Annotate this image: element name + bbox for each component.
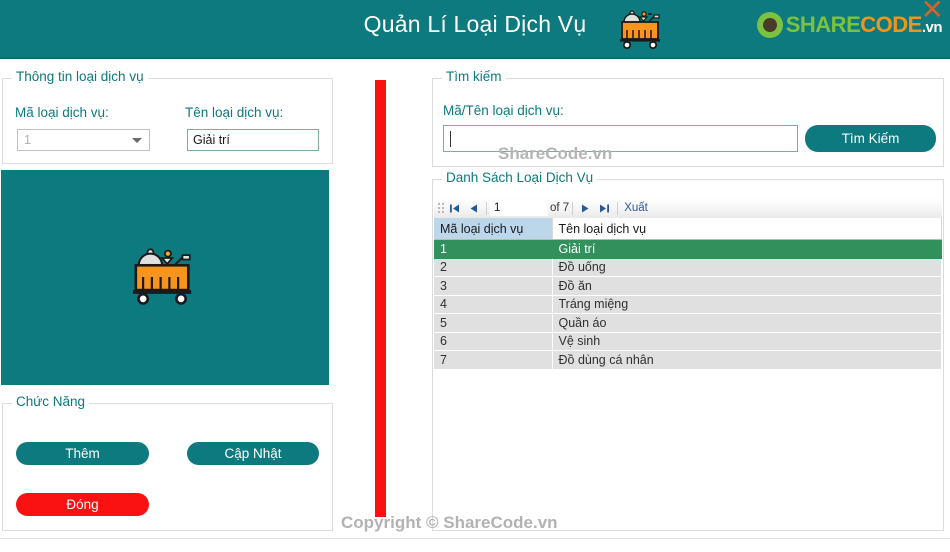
cell-code: 4 bbox=[434, 295, 553, 314]
app-header: Quản Lí Loại Dịch Vụ SHARECODE.vn ✕ bbox=[0, 0, 950, 59]
service-code-value: 1 bbox=[24, 133, 31, 147]
cell-code: 2 bbox=[434, 258, 553, 277]
service-info-legend: Thông tin loại dịch vụ bbox=[12, 69, 148, 84]
cell-name: Đồ ăn bbox=[552, 276, 942, 296]
service-list-groupbox: Danh Sách Loại Dịch Vụ 1 of 7 Xuất Mã lo… bbox=[432, 170, 944, 531]
search-groupbox: Tìm kiếm Mã/Tên loại dịch vụ: Tìm Kiếm bbox=[432, 69, 944, 167]
cell-code: 1 bbox=[434, 239, 553, 259]
room-service-cart-icon bbox=[124, 240, 206, 315]
service-name-label: Tên loại dịch vụ: bbox=[185, 105, 284, 120]
service-name-input[interactable]: Giải trí bbox=[187, 129, 319, 151]
grid-navigation-toolbar: 1 of 7 Xuất bbox=[434, 198, 942, 219]
last-page-icon[interactable] bbox=[595, 200, 614, 217]
add-button[interactable]: Thêm bbox=[16, 442, 149, 465]
service-code-label: Mã loại dịch vụ: bbox=[15, 105, 109, 120]
toolbar-grip-icon[interactable] bbox=[436, 201, 445, 215]
cell-name: Vệ sinh bbox=[552, 332, 942, 351]
next-page-icon[interactable] bbox=[576, 200, 595, 217]
update-button[interactable]: Cập Nhật bbox=[187, 442, 319, 465]
column-header-code[interactable]: Mã loại dịch vụ bbox=[434, 218, 553, 240]
export-button[interactable]: Xuất bbox=[621, 202, 651, 214]
sharecode-logo[interactable]: SHARECODE.vn bbox=[756, 8, 943, 42]
service-info-groupbox: Thông tin loại dịch vụ Mã loại dịch vụ: … bbox=[2, 69, 333, 164]
cell-code: 7 bbox=[434, 350, 553, 370]
recycle-logo-icon bbox=[756, 12, 783, 38]
table-row[interactable]: 3 Đồ ăn bbox=[434, 276, 942, 296]
search-input[interactable] bbox=[443, 125, 798, 152]
previous-page-icon[interactable] bbox=[464, 200, 483, 217]
close-icon[interactable]: ✕ bbox=[921, 0, 944, 24]
page-number-input[interactable]: 1 bbox=[490, 200, 548, 216]
toolbar-separator bbox=[572, 201, 574, 215]
search-legend: Tìm kiếm bbox=[442, 69, 506, 84]
table-row[interactable]: 6 Vệ sinh bbox=[434, 332, 942, 351]
cell-name: Tráng miệng bbox=[552, 295, 942, 314]
logo-code-text: CODE bbox=[860, 12, 922, 37]
service-image-panel bbox=[1, 170, 329, 385]
text-cursor-icon bbox=[450, 131, 451, 147]
service-list-grid[interactable]: Mã loại dịch vụ Tên loại dịch vụ 1 Giải t… bbox=[434, 218, 942, 529]
cell-name: Đồ dùng cá nhân bbox=[552, 350, 942, 370]
room-service-cart-icon bbox=[614, 5, 670, 53]
cell-name: Giải trí bbox=[552, 239, 942, 259]
service-name-value: Giải trí bbox=[193, 133, 230, 147]
chevron-down-icon bbox=[132, 138, 142, 143]
cell-code: 5 bbox=[434, 313, 553, 333]
functions-groupbox: Chức Năng Thêm Cập Nhật Đóng bbox=[2, 394, 333, 531]
search-button[interactable]: Tìm Kiếm bbox=[805, 125, 936, 152]
service-list-legend: Danh Sách Loại Dịch Vụ bbox=[442, 170, 598, 185]
table-row[interactable]: 4 Tráng miệng bbox=[434, 295, 942, 314]
search-field-label: Mã/Tên loại dịch vụ: bbox=[443, 103, 564, 118]
cell-name: Quần áo bbox=[552, 313, 942, 333]
table-row[interactable]: 7 Đồ dùng cá nhân bbox=[434, 350, 942, 370]
table-row[interactable]: 5 Quần áo bbox=[434, 313, 942, 333]
red-divider-bar bbox=[375, 80, 386, 517]
cell-code: 3 bbox=[434, 276, 553, 296]
page-count-label: of 7 bbox=[550, 202, 570, 214]
service-code-combobox[interactable]: 1 bbox=[17, 129, 150, 151]
table-row[interactable]: 1 Giải trí bbox=[434, 239, 942, 259]
table-header-row: Mã loại dịch vụ Tên loại dịch vụ bbox=[434, 218, 942, 240]
window-bottom-divider bbox=[0, 538, 950, 539]
logo-share-text: SHARE bbox=[785, 12, 861, 37]
cell-name: Đồ uống bbox=[552, 258, 942, 277]
column-header-name[interactable]: Tên loại dịch vụ bbox=[552, 218, 942, 240]
toolbar-separator bbox=[486, 201, 487, 215]
table-row[interactable]: 2 Đồ uống bbox=[434, 258, 942, 277]
functions-legend: Chức Năng bbox=[12, 394, 90, 409]
toolbar-separator bbox=[617, 201, 619, 215]
first-page-icon[interactable] bbox=[445, 200, 464, 217]
close-button[interactable]: Đóng bbox=[16, 493, 149, 516]
cell-code: 6 bbox=[434, 332, 553, 351]
page-number-value: 1 bbox=[494, 202, 501, 214]
